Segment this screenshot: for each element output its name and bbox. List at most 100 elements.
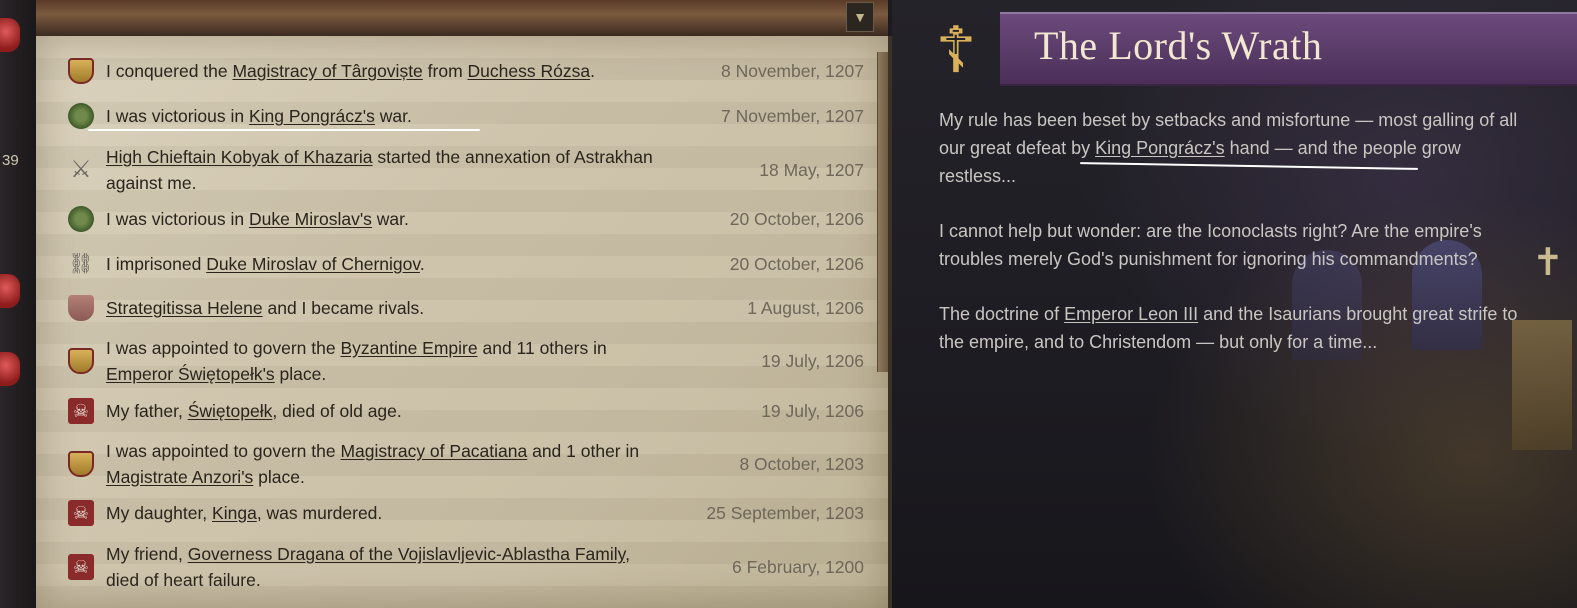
entity-link[interactable]: King Pongrácz's [1095,138,1225,158]
log-entry: ⚔ High Chieftain Kobyak of Khazaria start… [68,144,864,196]
entity-link[interactable]: High Chieftain Kobyak of Khazaria [106,147,373,167]
log-entry-text: High Chieftain Kobyak of Khazaria starte… [106,144,666,196]
swords-icon: ⚔ [70,156,92,183]
log-entry: I was victorious in King Pongrácz's war.… [68,103,864,129]
entity-link[interactable]: Byzantine Empire [340,338,477,358]
skull-icon: ☠ [68,500,94,526]
log-entry-text: I was victorious in King Pongrácz's war. [106,103,666,129]
log-entry-date: 8 October, 1203 [739,454,864,474]
log-entry: ☠ My friend, Governess Dragana of the Voj… [68,541,864,593]
entity-link[interactable]: Duke Miroslav of Chernigov [206,254,420,274]
left-sidebar-strip: 39 [0,0,36,608]
log-text: and 1 other in [527,441,640,461]
event-description: My rule has been beset by setbacks and m… [939,106,1519,383]
entity-link[interactable]: Magistracy of Pacatiana [340,441,527,461]
log-text: My father, [106,401,188,421]
log-entry-date: 19 July, 1206 [761,351,864,371]
entity-link[interactable]: Duchess Rózsa [468,61,591,81]
log-text: war. [374,106,412,126]
alert-gem-icon[interactable] [0,352,20,386]
event-title: The Lord's Wrath [1034,23,1323,68]
log-entry-text: I was victorious in Duke Miroslav's war. [106,206,666,232]
log-text: I conquered the [106,61,233,81]
log-entry-date: 20 October, 1206 [729,254,864,274]
entity-link[interactable]: Strategitissa Helene [106,298,263,318]
event-paragraph: My rule has been beset by setbacks and m… [939,106,1519,190]
log-text: and I became rivals. [262,298,425,318]
log-entry-date: 18 May, 1207 [759,160,864,180]
log-entry-date: 8 November, 1207 [720,61,864,81]
entity-link[interactable]: Governess Dragana of the Vojislavljevic-… [188,544,625,564]
event-paragraph: The doctrine of Emperor Leon III and the… [939,300,1519,356]
skull-icon: ☠ [68,398,94,424]
log-text: My daughter, [106,503,213,523]
log-entry-text: My friend, Governess Dragana of the Voji… [106,541,666,593]
log-text: I imprisoned [106,254,207,274]
cross-icon: ✝ [1532,242,1564,284]
log-text: war. [371,209,409,229]
log-entry-text: Strategitissa Helene and I became rivals… [106,295,666,321]
log-text: My friend, [106,544,188,564]
log-text: started the annexation of [372,147,574,167]
log-text: I was victorious in [106,106,249,126]
log-entry: ☠ My daughter, Kinga, was murdered. 25 Sep… [68,500,864,526]
log-entry-date: 25 September, 1203 [706,503,864,523]
event-text: I cannot help but wonder: are the Iconoc… [939,221,1482,269]
log-text: , died of old age. [272,401,402,421]
background-altar [1512,320,1572,450]
entity-link[interactable]: Kinga [212,503,257,523]
event-text: The doctrine of [939,304,1065,324]
entity-link[interactable]: Magistracy of Târgoviște [232,61,422,81]
log-entry: Strategitissa Helene and I became rivals… [68,295,864,321]
double-headed-eagle-icon: ☦ [935,14,977,86]
log-entry-date: 7 November, 1207 [720,106,864,126]
log-entry: I was appointed to govern the Byzantine … [68,335,864,387]
skull-icon: ☠ [68,554,94,580]
entity-link[interactable]: Duke Miroslav's [249,209,372,229]
log-text: . [590,61,595,81]
entity-link[interactable]: Emperor Leon III [1064,304,1198,324]
entity-link[interactable]: Emperor Świętopełk's [106,364,275,384]
filter-button[interactable]: ▼ [846,2,874,32]
log-entry-text: I was appointed to govern the Byzantine … [106,335,666,387]
log-text: , was murdered. [256,503,383,523]
alert-gem-icon[interactable] [0,274,20,308]
log-entry: I conquered the Magistracy of Târgoviște… [68,58,864,84]
log-entry-text: I imprisoned Duke Miroslav of Chernigov. [106,251,666,277]
log-entry-date: 20 October, 1206 [729,209,864,229]
log-text: place. [253,467,305,487]
log-text: Astrakhan [573,147,653,167]
log-text: against me. [106,173,197,193]
log-entry-text: I was appointed to govern the Magistracy… [106,438,666,490]
log-text: place. [274,364,327,384]
log-entry: I was victorious in Duke Miroslav's war.… [68,206,864,232]
log-entry-text: My daughter, Kinga, was murdered. [106,500,666,526]
log-text: I was appointed to govern the [106,441,341,461]
log-entry-date: 1 August, 1206 [747,298,864,318]
log-entry: ☠ My father, Świętopełk, died of old age.… [68,398,864,424]
chains-icon: ⛓ [68,253,94,275]
log-text: . [419,254,425,274]
character-history-log: I conquered the Magistracy of Târgoviște… [36,36,892,608]
entity-link[interactable]: Świętopełk [188,401,273,421]
log-text: I was victorious in [106,209,249,229]
log-scrollbar[interactable] [877,52,888,372]
crossed-swords-victory-icon [68,206,94,232]
log-entry-text: I conquered the Magistracy of Târgoviște… [106,58,666,84]
log-text: from [422,61,468,81]
annotation-underline [88,129,480,131]
log-entry: ⛓ I imprisoned Duke Miroslav of Chernigov… [68,251,864,277]
log-entry-text: My father, Świętopełk, died of old age. [106,398,666,424]
rival-icon [68,295,94,321]
shield-icon [68,58,94,84]
alert-gem-icon[interactable] [0,18,20,52]
log-text: I was appointed to govern the [106,338,341,358]
crossed-swords-victory-icon [68,103,94,129]
log-text: and 11 others in [477,338,607,358]
event-window: ✝ ☦ The Lord's Wrath My rule has been be… [892,0,1577,608]
shield-icon [68,348,94,374]
event-paragraph: I cannot help but wonder: are the Iconoc… [939,217,1519,273]
entity-link[interactable]: King Pongrácz's [249,106,375,126]
log-entry: I was appointed to govern the Magistracy… [68,438,864,490]
entity-link[interactable]: Magistrate Anzori's [106,467,253,487]
